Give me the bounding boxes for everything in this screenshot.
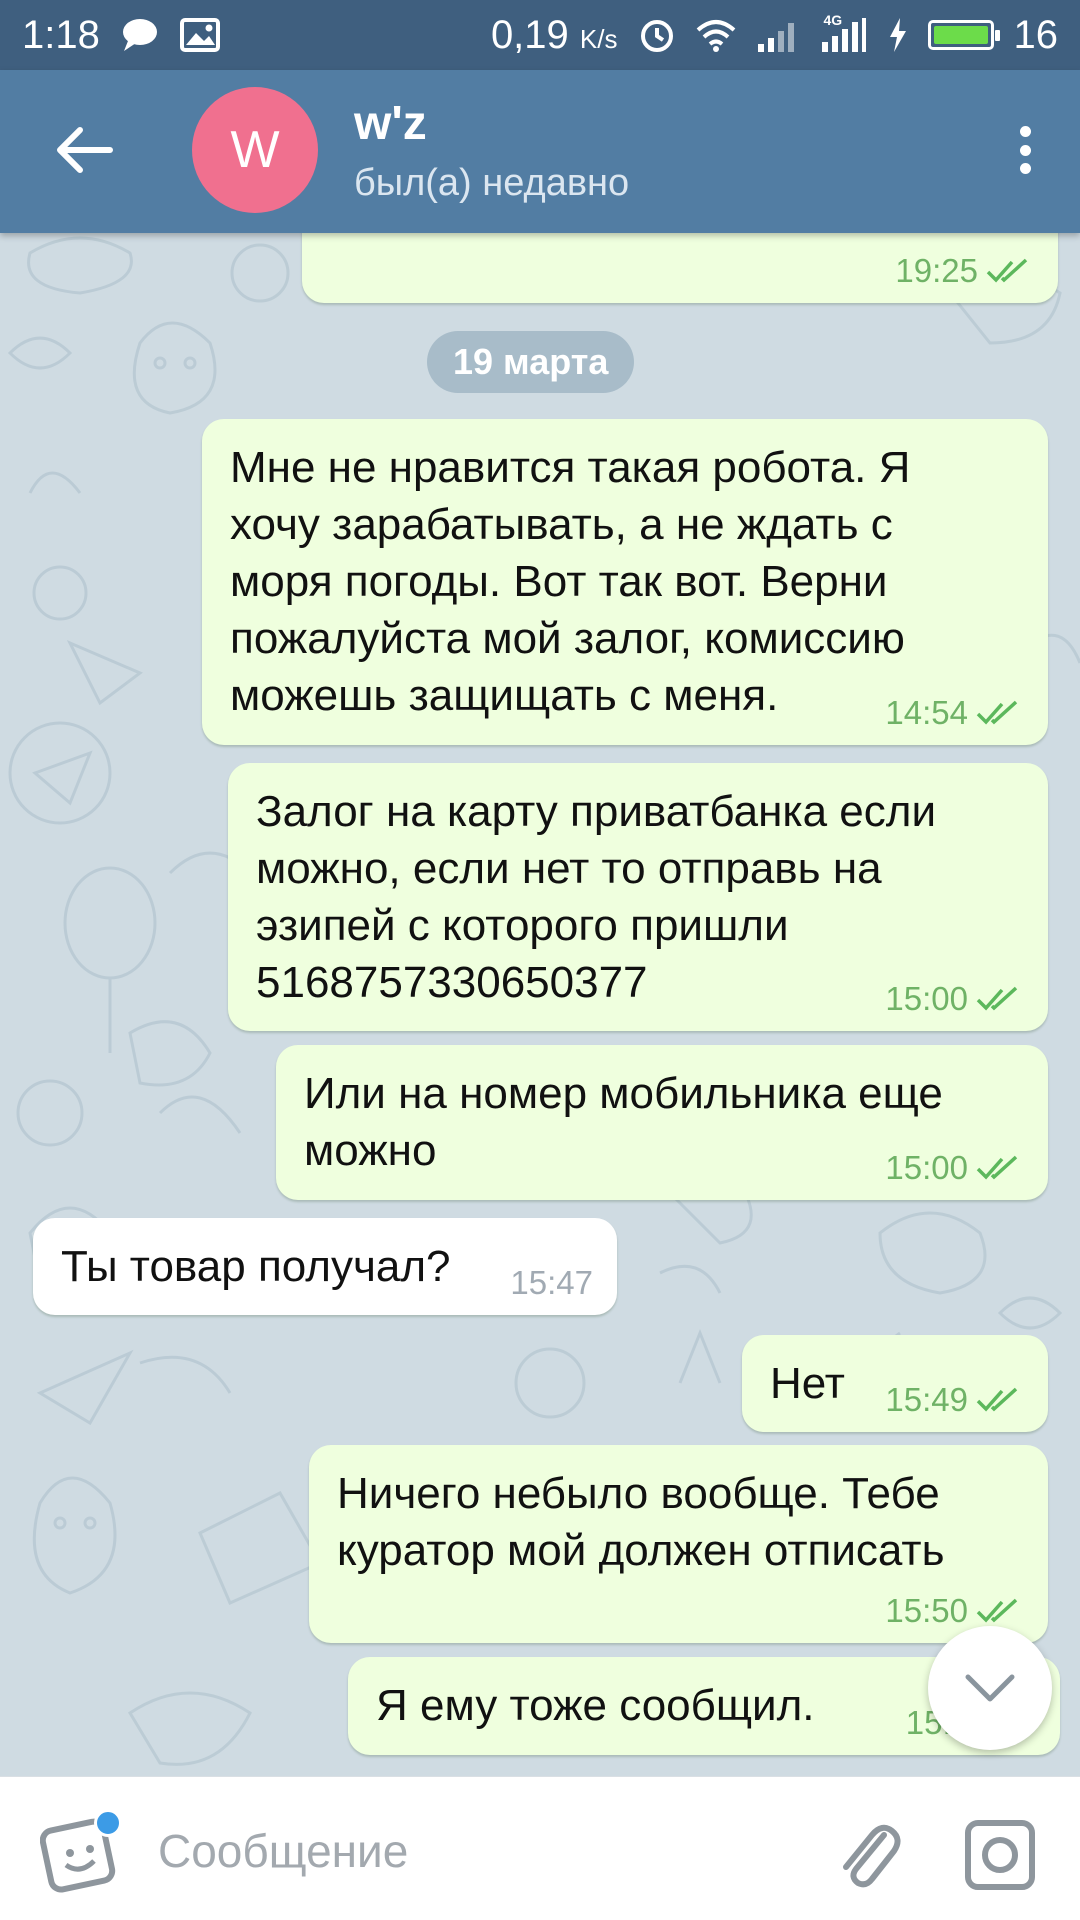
status-bar: 1:18 0,19 K/s 4G 16 — [0, 0, 1080, 70]
network-speed: 0,19 K/s — [490, 12, 618, 57]
message-time: 15:00 — [885, 1149, 968, 1186]
date-separator: 19 марта — [427, 331, 635, 393]
arrow-left-icon — [57, 127, 113, 173]
chat-notification-icon — [120, 17, 160, 53]
battery-icon — [927, 20, 1000, 50]
message-bubble-outgoing[interactable]: Залог на карту приватбанка если можно, е… — [228, 763, 1048, 1031]
message-bubble-outgoing[interactable]: Или на номер мобильника еще можно 15:00 — [276, 1045, 1048, 1200]
message-text: Мне не нравится такая робота. Я хочу зар… — [230, 443, 911, 720]
signal-weak-icon — [756, 18, 800, 52]
back-button[interactable] — [50, 120, 120, 180]
read-checkmarks-icon — [976, 1598, 1018, 1623]
attach-button[interactable] — [832, 1813, 902, 1893]
contact-status: был(а) недавно — [354, 162, 630, 204]
chat-header: W w'z был(а) недавно — [0, 70, 1080, 233]
scroll-down-button[interactable] — [928, 1626, 1052, 1750]
unread-indicator — [94, 1809, 122, 1837]
message-input-bar — [0, 1776, 1080, 1920]
message-time: 15:49 — [885, 1381, 968, 1418]
camera-button[interactable] — [962, 1817, 1038, 1893]
message-time: 15:00 — [885, 980, 968, 1017]
contact-name[interactable]: w'z — [354, 96, 427, 151]
status-time: 1:18 — [22, 12, 100, 57]
paperclip-icon — [843, 1824, 901, 1888]
chevron-down-icon — [965, 1674, 1015, 1702]
more-dot — [1019, 163, 1031, 174]
message-meta: 15:49 — [885, 1382, 1024, 1418]
camera-icon — [965, 1820, 1035, 1890]
battery-fill — [933, 26, 988, 44]
chat-messages-area[interactable]: 19:25 19 марта Мне не нравится такая роб… — [0, 233, 1080, 1776]
wifi-icon — [696, 18, 736, 52]
more-dot — [1019, 144, 1031, 156]
read-checkmarks-icon — [986, 258, 1028, 283]
charging-icon — [888, 18, 908, 52]
battery-level: 16 — [1013, 12, 1059, 57]
message-meta: 15:00 — [885, 1150, 1024, 1186]
message-input[interactable] — [158, 1813, 778, 1889]
message-text: Ничего небыло вообще. Тебе куратор мой д… — [337, 1469, 945, 1575]
image-notification-icon — [179, 17, 220, 53]
message-bubble-incoming[interactable]: Ты товар получал? 15:47 — [33, 1218, 617, 1315]
message-meta: 19:25 — [895, 253, 1034, 289]
message-time: 14:54 — [885, 694, 968, 731]
message-meta: 15:00 — [885, 981, 1024, 1017]
read-checkmarks-icon — [976, 986, 1018, 1011]
message-bubble-outgoing[interactable]: Нет 15:49 — [742, 1335, 1048, 1432]
more-menu-button[interactable] — [1010, 120, 1040, 180]
read-checkmarks-icon — [976, 700, 1018, 725]
message-time: 15:47 — [510, 1264, 593, 1301]
avatar[interactable]: W — [192, 87, 318, 213]
alarm-icon — [638, 16, 676, 54]
read-checkmarks-icon — [976, 1155, 1018, 1180]
more-vertical-icon — [1019, 126, 1031, 137]
message-bubble-outgoing[interactable]: Ничего небыло вообще. Тебе куратор мой д… — [309, 1445, 1048, 1643]
message-meta: 14:54 — [885, 695, 1024, 731]
message-bubble-outgoing[interactable]: 19:25 — [302, 233, 1058, 303]
message-text: Залог на карту приватбанка если можно, е… — [256, 787, 937, 1007]
message-bubble-outgoing[interactable]: Мне не нравится такая робота. Я хочу зар… — [202, 419, 1048, 745]
read-checkmarks-icon — [976, 1387, 1018, 1412]
message-time: 15:50 — [885, 1592, 968, 1629]
message-meta: 15:47 — [510, 1265, 593, 1301]
signal-4g-icon: 4G — [820, 12, 868, 52]
message-meta: 15:50 — [885, 1593, 1024, 1629]
message-time: 19:25 — [895, 252, 978, 289]
